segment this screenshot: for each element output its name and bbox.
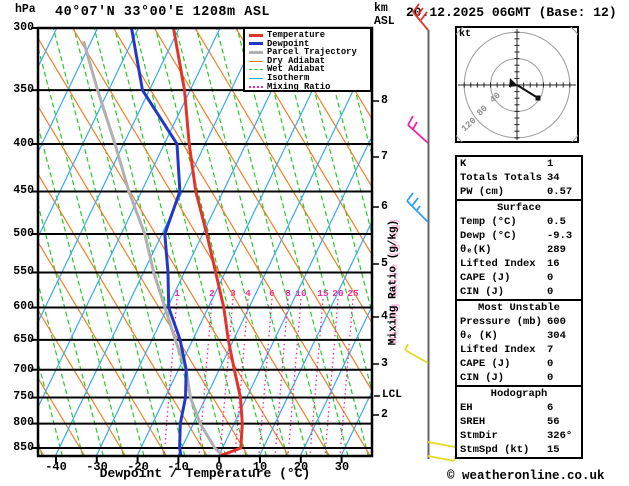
mixing-ratio-tick: 6 — [269, 288, 275, 299]
pressure-tick: 850 — [13, 441, 34, 454]
mixing-ratio-line-sample — [249, 85, 263, 88]
pressure-unit-label: hPa — [15, 3, 36, 16]
hodograph-ring-label-120: 120 — [459, 115, 479, 135]
date-title: 20.12.2025 06GMT (Base: 12) — [406, 5, 617, 20]
km-tick: 2 — [381, 408, 388, 421]
wind-barb — [427, 453, 457, 462]
table-section-hodograph: Hodograph — [457, 385, 581, 401]
parcel-line-sample — [249, 50, 263, 54]
mixing-ratio-tick: 20 — [332, 288, 344, 299]
temp-tick: -20 — [127, 460, 149, 474]
hodograph-unit-label: kt — [459, 29, 472, 40]
legend-item-mixing-ratio: Mixing Ratio — [249, 82, 370, 92]
pressure-tick: 750 — [13, 390, 34, 403]
indices-table: K1 Totals Totals 34 PW (cm) 0.57 Surface T… — [455, 155, 583, 459]
hodograph-vector-end — [535, 95, 541, 101]
wind-barb — [407, 115, 429, 144]
table-row: Totals Totals 34 — [460, 172, 560, 184]
wind-barb — [427, 439, 458, 448]
wet-adiabat-line-sample — [249, 69, 263, 71]
table-section-surface: Surface — [457, 199, 581, 215]
pressure-tick: 450 — [13, 184, 34, 197]
pressure-tick: 550 — [13, 265, 34, 278]
km-tick: 6 — [381, 200, 388, 213]
copyright: © weatheronline.co.uk — [447, 469, 605, 483]
table-row: Temp (°C) 0.5 — [460, 216, 566, 228]
mixing-ratio-tick: 25 — [347, 288, 359, 299]
legend: Temperature Dewpoint Parcel Trajectory D… — [243, 27, 372, 92]
pressure-tick: 350 — [13, 83, 34, 96]
table-row: SREH 56 — [460, 416, 560, 428]
skewt-sounding-screen: hPa 40°07'N 33°00'E 1208m ASL km ASL 20.1… — [0, 0, 629, 486]
hodograph-ring-label-40: 40 — [488, 90, 503, 106]
table-row: θₑ(K) 289 — [460, 244, 566, 256]
temperature-curve — [172, 28, 244, 456]
hodograph-vector-arrowhead — [509, 78, 518, 87]
table-row: Lifted Index 16 — [460, 258, 560, 270]
temperature-line-sample — [249, 33, 263, 37]
mixing-ratio-tick: 1 — [174, 288, 180, 299]
mixing-ratio-tick: 2 — [209, 288, 215, 299]
table-row: CIN (J) 0 — [460, 286, 554, 298]
temp-tick: -10 — [167, 460, 189, 474]
dewpoint-curve — [130, 28, 188, 456]
pressure-tick: 600 — [13, 300, 34, 313]
table-row: CAPE (J) 0 — [460, 358, 554, 370]
isotherm-line-sample — [249, 77, 263, 79]
table-row: StmDir 326° — [460, 430, 573, 442]
table-row: CIN (J) 0 — [460, 372, 554, 384]
mixing-ratio-axis-label: Mixing Ratio (g/kg) — [387, 219, 400, 346]
mixing-ratio-tick: 15 — [317, 288, 329, 299]
table-row: Dewp (°C) -9.3 — [460, 230, 573, 242]
table-row: Pressure (mb) 600 — [460, 316, 566, 328]
altitude-unit-label: km ASL — [374, 2, 395, 28]
km-tick: 8 — [381, 94, 388, 107]
mixing-ratio-tick: 10 — [295, 288, 307, 299]
temp-tick: 30 — [334, 460, 350, 474]
table-row: Lifted Index 7 — [460, 344, 554, 356]
table-row: StmSpd (kt) 15 — [460, 444, 560, 456]
km-tick: 7 — [381, 150, 388, 163]
temp-tick: 0 — [215, 460, 223, 474]
pressure-tick: 650 — [13, 333, 34, 346]
pressure-tick: 800 — [13, 416, 34, 429]
table-row: θₑ (K) 304 — [460, 330, 566, 342]
temp-tick: 10 — [252, 460, 268, 474]
dewpoint-line-sample — [249, 42, 263, 46]
table-row: EH 6 — [460, 402, 554, 414]
temp-tick: -30 — [86, 460, 108, 474]
wind-barb — [404, 343, 429, 364]
parcel-trajectory-curve — [82, 40, 225, 456]
km-tick: 5 — [381, 257, 388, 270]
table-row: PW (cm) 0.57 — [460, 186, 573, 198]
pressure-tick: 300 — [13, 21, 34, 34]
dry-adiabat-line-sample — [249, 60, 263, 62]
km-tick: 4 — [381, 310, 388, 323]
temp-tick: -40 — [45, 460, 67, 474]
km-tick: 3 — [381, 357, 388, 370]
table-section-most-unstable: Most Unstable — [457, 299, 581, 315]
mixing-ratio-tick: 3 — [230, 288, 236, 299]
mixing-ratio-tick: 4 — [245, 288, 251, 299]
hodograph-ring-label-80: 80 — [475, 103, 490, 119]
table-row: K1 — [460, 158, 554, 170]
lcl-label: LCL — [382, 389, 402, 401]
page-title: 40°07'N 33°00'E 1208m ASL — [55, 5, 271, 20]
wind-barb — [406, 192, 429, 223]
pressure-tick: 500 — [13, 227, 34, 240]
pressure-tick: 700 — [13, 363, 34, 376]
table-row: CAPE (J) 0 — [460, 272, 554, 284]
plot-border — [36, 26, 374, 458]
pressure-tick: 400 — [13, 137, 34, 150]
temp-tick: 20 — [293, 460, 309, 474]
